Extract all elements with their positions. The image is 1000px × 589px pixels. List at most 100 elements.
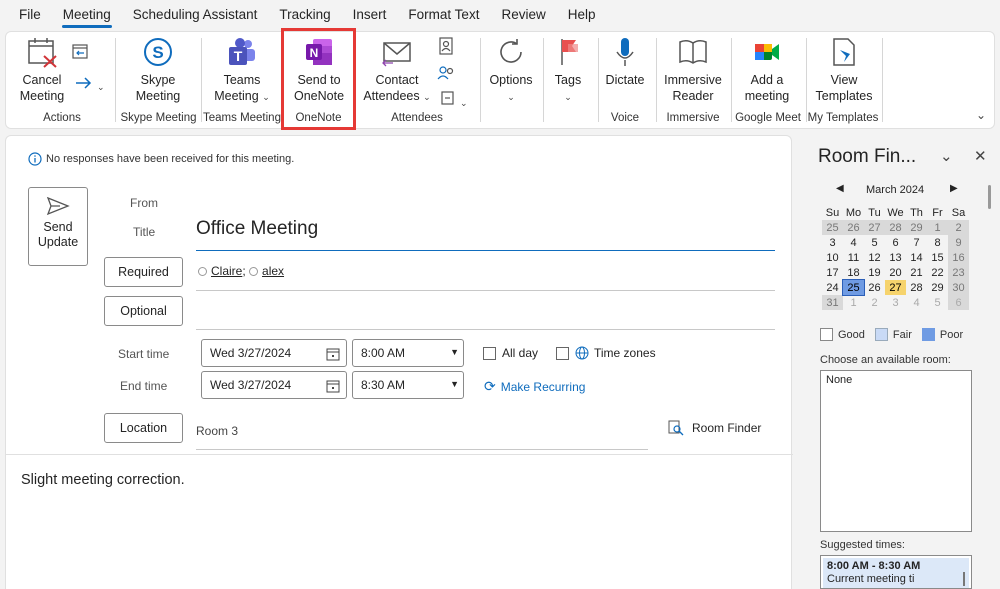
calendar-day[interactable]: 28	[906, 280, 927, 295]
ribbon-collapse-icon[interactable]: ⌄	[976, 108, 986, 122]
calendar-day[interactable]: 10	[822, 250, 843, 265]
calendar-day[interactable]: 20	[885, 265, 906, 280]
calendar-day[interactable]: 5	[864, 235, 885, 250]
calendar-day[interactable]: 2	[948, 220, 969, 235]
title-input[interactable]: Office Meeting	[196, 218, 318, 240]
onenote-icon: N	[306, 39, 332, 65]
menu-scheduling-assistant[interactable]: Scheduling Assistant	[122, 0, 269, 30]
room-list[interactable]: None	[820, 370, 972, 532]
menu-format-text[interactable]: Format Text	[397, 0, 490, 30]
calendar-icon[interactable]	[326, 379, 340, 393]
calendar-day[interactable]: 21	[906, 265, 927, 280]
calendar-day[interactable]: 19	[864, 265, 885, 280]
response-options-button[interactable]: ⌄	[436, 90, 472, 111]
calendar-day[interactable]: 11	[843, 250, 864, 265]
make-recurring-button[interactable]: ⟳ Make Recurring	[484, 378, 585, 395]
calendar-day[interactable]: 31	[822, 295, 843, 310]
calendar-day[interactable]: 17	[822, 265, 843, 280]
calendar-day[interactable]: 3	[885, 295, 906, 310]
calendar-day[interactable]: 27	[885, 280, 906, 295]
cancel-meeting-button[interactable]: Cancel Meeting	[14, 36, 70, 104]
options-button[interactable]: Options ⌄	[486, 36, 536, 105]
calendar-day[interactable]: 12	[864, 250, 885, 265]
calendar-day[interactable]: 25	[842, 279, 865, 296]
calendar-day[interactable]: 25	[822, 220, 843, 235]
calendar-day[interactable]: 27	[864, 220, 885, 235]
calendar-day[interactable]: 2	[864, 295, 885, 310]
calendar-day[interactable]: 23	[948, 265, 969, 280]
calendar-day[interactable]: 18	[843, 265, 864, 280]
suggested-times-list[interactable]: 8:00 AM - 8:30 AM Current meeting ti	[820, 555, 972, 589]
calendar-day[interactable]: 16	[948, 250, 969, 265]
scrollbar-thumb[interactable]	[988, 185, 991, 209]
calendar-day[interactable]: 7	[906, 235, 927, 250]
send-to-onenote-button[interactable]: N Send to OneNote	[286, 36, 352, 104]
skype-meeting-button[interactable]: S Skype Meeting	[122, 36, 194, 104]
forward-button[interactable]: ⌄	[70, 76, 110, 95]
close-icon[interactable]: ✕	[974, 147, 987, 165]
optional-button[interactable]: Optional	[104, 296, 183, 326]
location-button[interactable]: Location	[104, 413, 183, 443]
add-google-meet-button[interactable]: Add a meeting	[734, 36, 800, 104]
calendar-day[interactable]: 24	[822, 280, 843, 295]
calendar-forward-button[interactable]	[70, 42, 90, 64]
end-time-select[interactable]: 8:30 AM ▼	[352, 371, 464, 399]
required-button[interactable]: Required	[104, 257, 183, 287]
calendar-day[interactable]: 26	[843, 220, 864, 235]
calendar-day[interactable]: 30	[948, 280, 969, 295]
teams-meeting-button[interactable]: T Teams Meeting ⌄	[206, 36, 278, 105]
suggested-time-item[interactable]: 8:00 AM - 8:30 AM Current meeting ti	[823, 558, 969, 588]
room-option[interactable]: None	[826, 374, 852, 386]
start-time-select[interactable]: 8:00 AM ▼	[352, 339, 464, 367]
calendar-day[interactable]: 13	[885, 250, 906, 265]
calendar-day[interactable]: 28	[885, 220, 906, 235]
location-input[interactable]: Room 3	[196, 424, 238, 438]
menu-meeting[interactable]: Meeting	[52, 0, 122, 30]
start-date-field[interactable]: Wed 3/27/2024	[201, 339, 347, 367]
contact-attendees-button[interactable]: Contact Attendees ⌄	[362, 36, 432, 105]
menu-review[interactable]: Review	[490, 0, 556, 30]
calendar-day[interactable]: 29	[906, 220, 927, 235]
prev-month-icon[interactable]: ◀	[836, 183, 844, 194]
immersive-reader-button[interactable]: Immersive Reader	[661, 36, 725, 104]
calendar-day[interactable]: 9	[948, 235, 969, 250]
calendar-day[interactable]: 4	[843, 235, 864, 250]
calendar-day[interactable]: 14	[906, 250, 927, 265]
calendar-day[interactable]: 22	[927, 265, 948, 280]
message-body[interactable]: Slight meeting correction.	[21, 472, 185, 488]
scrollbar-thumb[interactable]	[963, 572, 965, 586]
next-month-icon[interactable]: ▶	[950, 183, 958, 194]
legend-fair-swatch	[874, 328, 888, 341]
calendar-day[interactable]: 4	[906, 295, 927, 310]
calendar-day[interactable]: 26	[864, 280, 885, 295]
tags-button[interactable]: Tags ⌄	[548, 36, 588, 105]
time-zones-toggle[interactable]: Time zones	[556, 346, 656, 360]
calendar-day[interactable]: 1	[927, 220, 948, 235]
calendar-day[interactable]: 6	[948, 295, 969, 310]
calendar-day[interactable]: 6	[885, 235, 906, 250]
calendar-day[interactable]: 29	[927, 280, 948, 295]
dictate-button[interactable]: Dictate	[602, 36, 648, 88]
calendar-icon[interactable]	[326, 347, 340, 361]
calendar-day[interactable]: 3	[822, 235, 843, 250]
calendar-day[interactable]: 15	[927, 250, 948, 265]
view-templates-button[interactable]: View Templates	[810, 36, 878, 104]
menu-tracking[interactable]: Tracking	[268, 0, 341, 30]
address-book-button[interactable]	[436, 37, 456, 59]
attendee-alex[interactable]: alex	[262, 264, 284, 278]
menu-file[interactable]: File	[8, 0, 52, 30]
group-label-actions: Actions	[43, 112, 81, 124]
calendar-day[interactable]: 1	[843, 295, 864, 310]
menu-insert[interactable]: Insert	[342, 0, 398, 30]
attendee-claire[interactable]: Claire	[211, 264, 242, 278]
skype-label-1: Skype	[140, 73, 176, 87]
send-update-button[interactable]: Send Update	[28, 187, 88, 266]
all-day-checkbox[interactable]: All day	[483, 346, 538, 360]
menu-help[interactable]: Help	[557, 0, 607, 30]
room-finder-button[interactable]: Room Finder	[668, 420, 761, 436]
calendar-day[interactable]: 8	[927, 235, 948, 250]
check-names-button[interactable]	[436, 64, 456, 86]
calendar-day[interactable]: 5	[927, 295, 948, 310]
chevron-down-icon[interactable]: ⌄	[940, 147, 953, 165]
end-date-field[interactable]: Wed 3/27/2024	[201, 371, 347, 399]
